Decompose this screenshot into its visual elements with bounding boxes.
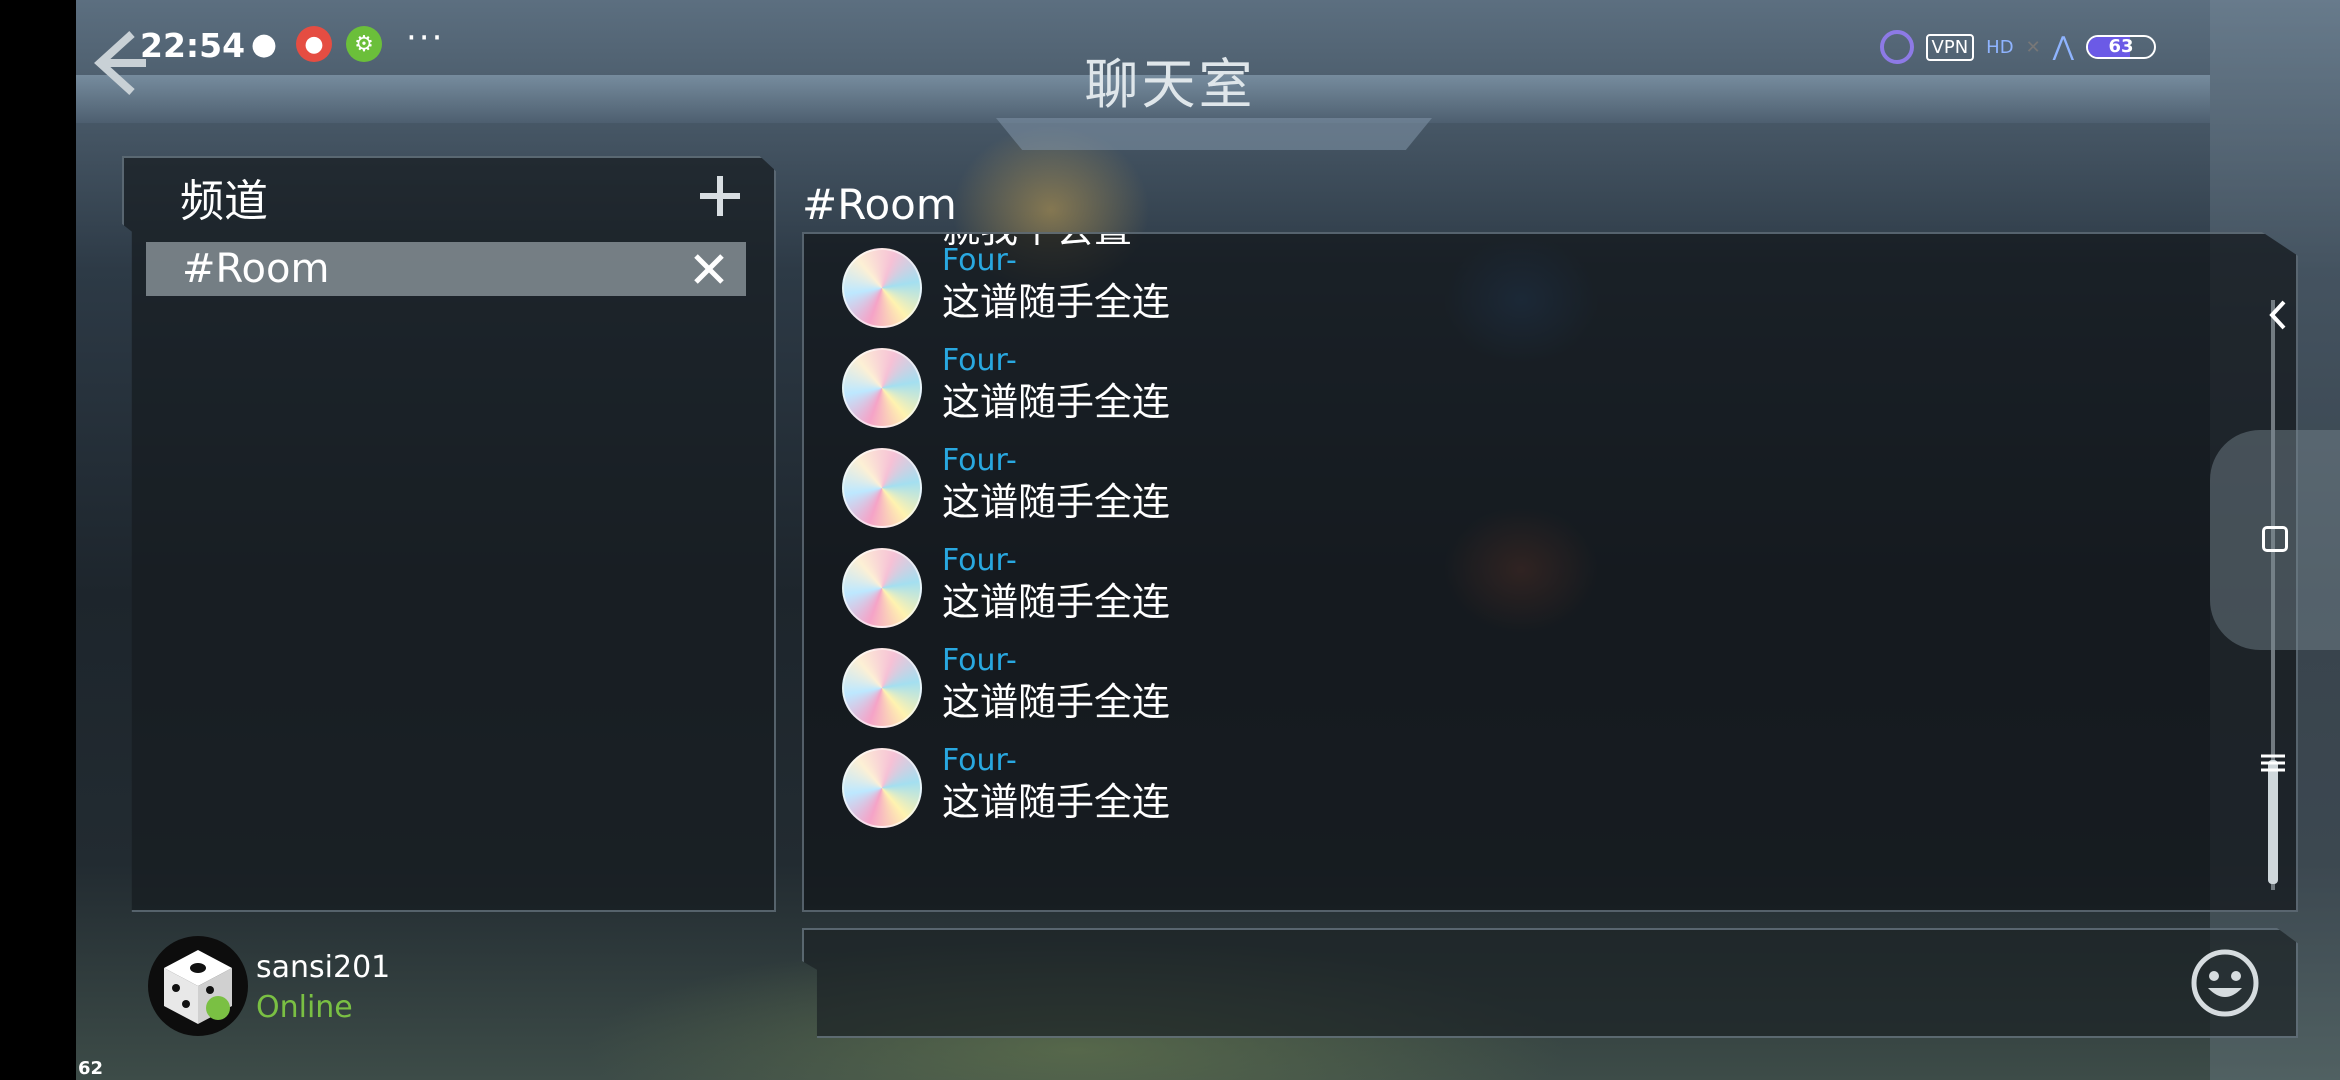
chat-messages-panel[interactable]: 就我个会置 Four- 这谱随手全连 Four- 这谱随手全连 Four- 这谱…	[802, 232, 2298, 912]
current-user-name: sansi201	[256, 950, 391, 985]
message-row: Four- 这谱随手全连	[842, 342, 1170, 442]
user-avatar[interactable]	[842, 548, 922, 628]
user-avatar[interactable]	[842, 248, 922, 328]
scroll-grip-icon[interactable]	[2258, 748, 2288, 778]
message-username[interactable]: Four-	[942, 742, 1170, 780]
user-avatar[interactable]	[842, 748, 922, 828]
room-title: #Room	[802, 180, 957, 229]
user-avatar[interactable]	[842, 448, 922, 528]
message-username[interactable]: Four-	[942, 242, 1170, 280]
message-username[interactable]: Four-	[942, 442, 1170, 480]
message-text: 这谱随手全连	[942, 780, 1171, 824]
dice-icon	[164, 950, 232, 1024]
message-text: 这谱随手全连	[942, 480, 1171, 524]
message-row: Four- 这谱随手全连	[842, 242, 1170, 342]
message-text: 这谱随手全连	[942, 380, 1171, 424]
user-avatar[interactable]	[842, 648, 922, 728]
channel-item-room[interactable]: #Room	[146, 242, 746, 296]
current-user-status: Online	[256, 990, 353, 1025]
message-list: 就我个会置 Four- 这谱随手全连 Four- 这谱随手全连 Four- 这谱…	[842, 234, 1170, 842]
message-text: 这谱随手全连	[942, 580, 1171, 624]
message-row: Four- 这谱随手全连	[842, 442, 1170, 542]
message-text: 这谱随手全连	[942, 280, 1171, 324]
recents-square-icon[interactable]	[2262, 526, 2288, 552]
current-user-avatar[interactable]	[148, 936, 248, 1036]
chevron-left-icon[interactable]	[2266, 298, 2290, 332]
close-icon[interactable]	[690, 250, 728, 288]
page-title: 聊天室	[1084, 53, 1256, 116]
fps-counter: 62	[78, 1058, 104, 1079]
cut-off-message-text: 就我个会置	[942, 234, 1170, 251]
chat-scrollbar-thumb[interactable]	[2268, 760, 2278, 884]
header-notch	[996, 118, 1432, 150]
channel-item-label: #Room	[182, 246, 330, 292]
message-username[interactable]: Four-	[942, 342, 1170, 380]
user-avatar[interactable]	[842, 348, 922, 428]
message-username[interactable]: Four-	[942, 542, 1170, 580]
message-input[interactable]	[830, 944, 2164, 1016]
online-status-dot	[206, 996, 230, 1020]
message-row: Four- 这谱随手全连	[842, 742, 1170, 842]
message-row: Four- 这谱随手全连	[842, 642, 1170, 742]
message-username[interactable]: Four-	[942, 642, 1170, 680]
message-text: 这谱随手全连	[942, 680, 1171, 724]
message-row: Four- 这谱随手全连	[842, 542, 1170, 642]
add-channel-icon[interactable]	[696, 172, 744, 220]
channels-heading: 频道	[180, 176, 268, 227]
emoji-icon[interactable]	[2190, 948, 2260, 1018]
